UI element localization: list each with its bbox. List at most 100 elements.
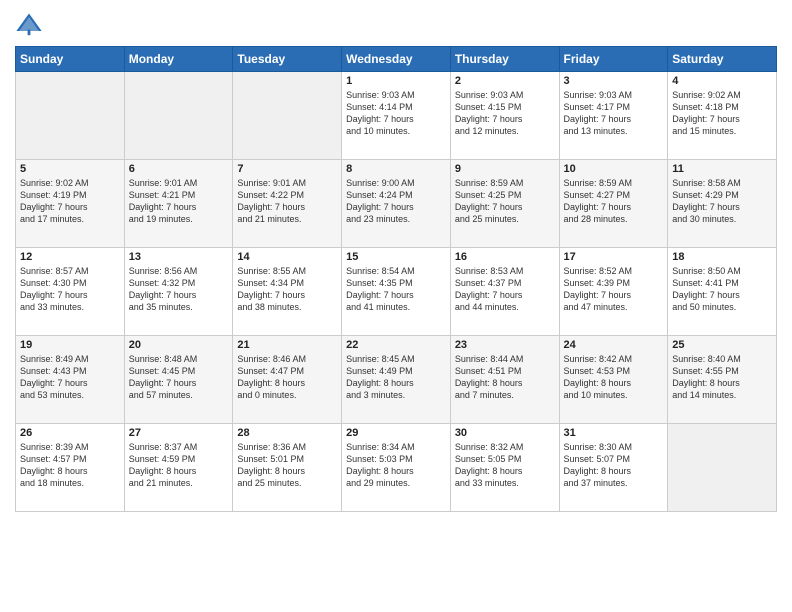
day-info: Sunrise: 8:53 AM Sunset: 4:37 PM Dayligh… [455, 265, 555, 314]
calendar-cell: 12Sunrise: 8:57 AM Sunset: 4:30 PM Dayli… [16, 248, 125, 336]
calendar-cell: 24 Sunrise: 8:42 AM Sunset: 4:53 PM Dayli… [559, 336, 668, 424]
weekday-header-thursday: Thursday [450, 47, 559, 72]
calendar-cell: 11Sunrise: 8:58 AM Sunset: 4:29 PM Dayli… [668, 160, 777, 248]
weekday-header-wednesday: Wednesday [342, 47, 451, 72]
calendar-cell: 10 Sunrise: 8:59 AM Sunset: 4:27 PM Dayli… [559, 160, 668, 248]
day-info: Sunrise: 8:49 AM Sunset: 4:43 PM Dayligh… [20, 353, 120, 402]
calendar-cell: 28 Sunrise: 8:36 AM Sunset: 5:01 PM Dayli… [233, 424, 342, 512]
day-info: Sunrise: 8:42 AM Sunset: 4:53 PM Dayligh… [564, 353, 664, 402]
day-info: Sunrise: 8:58 AM Sunset: 4:29 PM Dayligh… [672, 177, 772, 226]
day-info: Sunrise: 8:46 AM Sunset: 4:47 PM Dayligh… [237, 353, 337, 402]
header [15, 10, 777, 38]
day-number: 16 [455, 251, 555, 263]
day-number: 28 [237, 427, 337, 439]
day-info: Sunrise: 8:54 AM Sunset: 4:35 PM Dayligh… [346, 265, 446, 314]
day-info: Sunrise: 8:30 AM Sunset: 5:07 PM Dayligh… [564, 441, 664, 490]
calendar-page: SundayMondayTuesdayWednesdayThursdayFrid… [0, 0, 792, 612]
weekday-header-monday: Monday [124, 47, 233, 72]
day-info: Sunrise: 9:03 AM Sunset: 4:14 PM Dayligh… [346, 89, 446, 138]
day-info: Sunrise: 8:39 AM Sunset: 4:57 PM Dayligh… [20, 441, 120, 490]
day-info: Sunrise: 8:45 AM Sunset: 4:49 PM Dayligh… [346, 353, 446, 402]
calendar-cell: 23 Sunrise: 8:44 AM Sunset: 4:51 PM Dayli… [450, 336, 559, 424]
week-row-3: 12Sunrise: 8:57 AM Sunset: 4:30 PM Dayli… [16, 248, 777, 336]
calendar-cell: 18 Sunrise: 8:50 AM Sunset: 4:41 PM Dayli… [668, 248, 777, 336]
calendar-cell: 5Sunrise: 9:02 AM Sunset: 4:19 PM Daylig… [16, 160, 125, 248]
calendar-cell: 2 Sunrise: 9:03 AM Sunset: 4:15 PM Daylig… [450, 72, 559, 160]
week-row-5: 26 Sunrise: 8:39 AM Sunset: 4:57 PM Dayli… [16, 424, 777, 512]
day-number: 15 [346, 251, 446, 263]
day-number: 25 [672, 339, 772, 351]
day-info: Sunrise: 8:59 AM Sunset: 4:27 PM Dayligh… [564, 177, 664, 226]
calendar-cell: 6 Sunrise: 9:01 AM Sunset: 4:21 PM Daylig… [124, 160, 233, 248]
calendar-cell [233, 72, 342, 160]
day-info: Sunrise: 9:01 AM Sunset: 4:22 PM Dayligh… [237, 177, 337, 226]
calendar-cell: 20Sunrise: 8:48 AM Sunset: 4:45 PM Dayli… [124, 336, 233, 424]
calendar-cell: 7 Sunrise: 9:01 AM Sunset: 4:22 PM Daylig… [233, 160, 342, 248]
calendar-cell: 31 Sunrise: 8:30 AM Sunset: 5:07 PM Dayli… [559, 424, 668, 512]
calendar-cell: 22 Sunrise: 8:45 AM Sunset: 4:49 PM Dayli… [342, 336, 451, 424]
calendar-cell: 13Sunrise: 8:56 AM Sunset: 4:32 PM Dayli… [124, 248, 233, 336]
day-number: 26 [20, 427, 120, 439]
calendar-cell: 19 Sunrise: 8:49 AM Sunset: 4:43 PM Dayli… [16, 336, 125, 424]
day-info: Sunrise: 9:02 AM Sunset: 4:18 PM Dayligh… [672, 89, 772, 138]
day-info: Sunrise: 8:57 AM Sunset: 4:30 PM Dayligh… [20, 265, 120, 314]
calendar-cell: 3Sunrise: 9:03 AM Sunset: 4:17 PM Daylig… [559, 72, 668, 160]
day-number: 27 [129, 427, 229, 439]
day-info: Sunrise: 8:50 AM Sunset: 4:41 PM Dayligh… [672, 265, 772, 314]
calendar-cell: 26 Sunrise: 8:39 AM Sunset: 4:57 PM Dayli… [16, 424, 125, 512]
day-info: Sunrise: 9:02 AM Sunset: 4:19 PM Dayligh… [20, 177, 120, 226]
day-info: Sunrise: 9:01 AM Sunset: 4:21 PM Dayligh… [129, 177, 229, 226]
calendar-cell: 16 Sunrise: 8:53 AM Sunset: 4:37 PM Dayli… [450, 248, 559, 336]
day-number: 14 [237, 251, 337, 263]
day-number: 4 [672, 75, 772, 87]
calendar-cell: 21 Sunrise: 8:46 AM Sunset: 4:47 PM Dayli… [233, 336, 342, 424]
calendar-cell: 1 Sunrise: 9:03 AM Sunset: 4:14 PM Daylig… [342, 72, 451, 160]
day-number: 8 [346, 163, 446, 175]
day-number: 24 [564, 339, 664, 351]
day-number: 22 [346, 339, 446, 351]
calendar-cell [16, 72, 125, 160]
day-info: Sunrise: 9:03 AM Sunset: 4:15 PM Dayligh… [455, 89, 555, 138]
week-row-2: 5Sunrise: 9:02 AM Sunset: 4:19 PM Daylig… [16, 160, 777, 248]
day-info: Sunrise: 8:36 AM Sunset: 5:01 PM Dayligh… [237, 441, 337, 490]
day-number: 18 [672, 251, 772, 263]
day-number: 30 [455, 427, 555, 439]
calendar-cell: 25 Sunrise: 8:40 AM Sunset: 4:55 PM Dayli… [668, 336, 777, 424]
day-info: Sunrise: 8:59 AM Sunset: 4:25 PM Dayligh… [455, 177, 555, 226]
logo-icon [15, 10, 43, 38]
weekday-header-saturday: Saturday [668, 47, 777, 72]
day-info: Sunrise: 8:44 AM Sunset: 4:51 PM Dayligh… [455, 353, 555, 402]
calendar-cell: 17Sunrise: 8:52 AM Sunset: 4:39 PM Dayli… [559, 248, 668, 336]
weekday-header-sunday: Sunday [16, 47, 125, 72]
calendar-cell [124, 72, 233, 160]
week-row-1: 1 Sunrise: 9:03 AM Sunset: 4:14 PM Daylig… [16, 72, 777, 160]
calendar-cell: 4 Sunrise: 9:02 AM Sunset: 4:18 PM Daylig… [668, 72, 777, 160]
day-info: Sunrise: 9:00 AM Sunset: 4:24 PM Dayligh… [346, 177, 446, 226]
day-number: 23 [455, 339, 555, 351]
day-number: 13 [129, 251, 229, 263]
calendar-cell: 15 Sunrise: 8:54 AM Sunset: 4:35 PM Dayli… [342, 248, 451, 336]
day-number: 29 [346, 427, 446, 439]
day-number: 10 [564, 163, 664, 175]
day-info: Sunrise: 8:37 AM Sunset: 4:59 PM Dayligh… [129, 441, 229, 490]
weekday-header-row: SundayMondayTuesdayWednesdayThursdayFrid… [16, 47, 777, 72]
logo [15, 10, 47, 38]
day-info: Sunrise: 8:55 AM Sunset: 4:34 PM Dayligh… [237, 265, 337, 314]
calendar-cell [668, 424, 777, 512]
day-info: Sunrise: 8:52 AM Sunset: 4:39 PM Dayligh… [564, 265, 664, 314]
week-row-4: 19 Sunrise: 8:49 AM Sunset: 4:43 PM Dayli… [16, 336, 777, 424]
day-number: 7 [237, 163, 337, 175]
day-info: Sunrise: 8:32 AM Sunset: 5:05 PM Dayligh… [455, 441, 555, 490]
weekday-header-friday: Friday [559, 47, 668, 72]
day-info: Sunrise: 8:40 AM Sunset: 4:55 PM Dayligh… [672, 353, 772, 402]
day-number: 2 [455, 75, 555, 87]
day-number: 6 [129, 163, 229, 175]
calendar-cell: 27 Sunrise: 8:37 AM Sunset: 4:59 PM Dayli… [124, 424, 233, 512]
calendar-cell: 29Sunrise: 8:34 AM Sunset: 5:03 PM Dayli… [342, 424, 451, 512]
day-number: 21 [237, 339, 337, 351]
day-number: 20 [129, 339, 229, 351]
calendar-cell: 9Sunrise: 8:59 AM Sunset: 4:25 PM Daylig… [450, 160, 559, 248]
day-number: 19 [20, 339, 120, 351]
day-number: 1 [346, 75, 446, 87]
day-number: 31 [564, 427, 664, 439]
